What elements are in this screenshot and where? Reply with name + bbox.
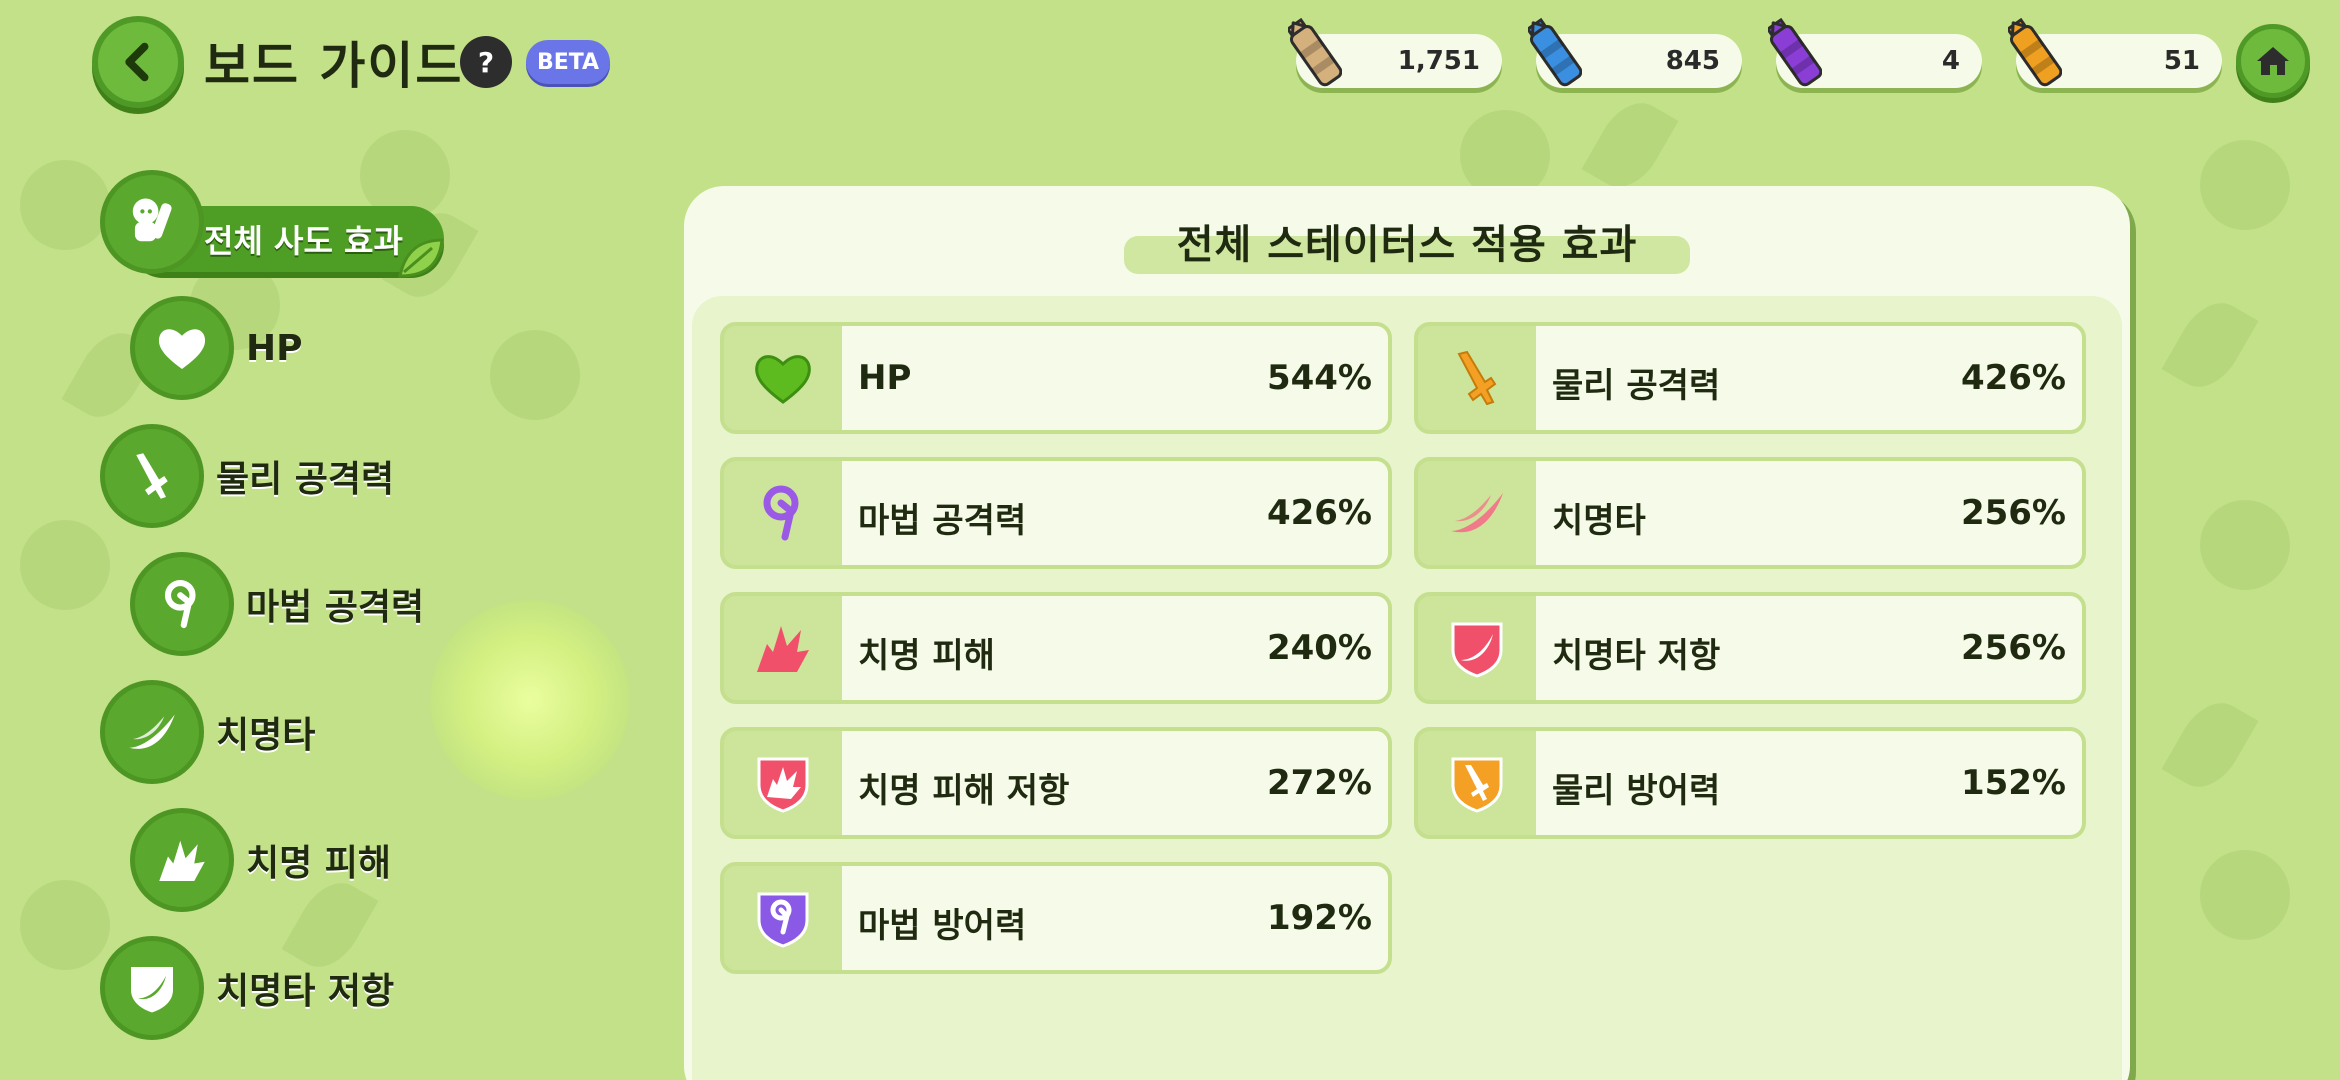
stat-card: 치명 피해 240% <box>720 592 1392 704</box>
sidebar-item-label: 물리 공격력 <box>216 459 395 500</box>
beige-crayon-icon <box>1285 14 1343 94</box>
sidebar-item[interactable]: 물리 공격력 <box>100 424 394 528</box>
stat-card: 치명타 256% <box>1414 457 2086 569</box>
stat-value: 256% <box>1960 493 2066 533</box>
stat-card-body: 물리 공격력 426% <box>1536 326 2082 430</box>
currency-amount: 51 <box>2163 46 2200 76</box>
currency-amount: 4 <box>1941 46 1960 76</box>
stat-card: 물리 공격력 426% <box>1414 322 2086 434</box>
slash-icon <box>1418 461 1536 565</box>
sidebar-item-label: 치명타 저항 <box>216 971 395 1012</box>
shield-slash-icon <box>1418 596 1536 700</box>
heart-icon <box>724 326 842 430</box>
shield-burst-icon <box>724 731 842 835</box>
beta-badge: BETA <box>526 40 610 84</box>
chevron-left-icon <box>125 42 149 82</box>
home-icon <box>2257 47 2289 75</box>
shield-slash-icon <box>100 936 204 1040</box>
glow-orb-effect <box>430 600 630 800</box>
stat-value: 152% <box>1960 763 2066 803</box>
stat-name: 마법 공격력 <box>858 501 1027 541</box>
panel-title: 전체 스테이터스 적용 효과 <box>1176 222 1638 268</box>
stat-value: 256% <box>1960 628 2066 668</box>
stat-card-body: 마법 방어력 192% <box>842 866 1388 970</box>
stat-card-body: 마법 공격력 426% <box>842 461 1388 565</box>
stat-card: 마법 공격력 426% <box>720 457 1392 569</box>
stat-card-body: HP 544% <box>842 326 1388 430</box>
stat-value: 426% <box>1266 493 1372 533</box>
sidebar-item[interactable]: 치명타 저항 <box>100 936 394 1040</box>
stat-name: 물리 공격력 <box>1552 366 1721 406</box>
sidebar-item-label: 치명 피해 <box>246 843 392 884</box>
help-icon[interactable]: ? <box>460 36 512 88</box>
sidebar-active-label: 전체 사도 효과 <box>204 222 403 260</box>
sidebar-item[interactable]: 마법 공격력 <box>130 552 424 656</box>
stat-card: 물리 방어력 152% <box>1414 727 2086 839</box>
burst-icon <box>724 596 842 700</box>
stat-name: HP <box>858 358 912 398</box>
blue-crayon-icon <box>1525 14 1583 94</box>
stat-name: 치명타 <box>1552 501 1646 541</box>
stat-name: 물리 방어력 <box>1552 771 1721 811</box>
character-icon <box>100 170 204 274</box>
stat-value: 544% <box>1266 358 1372 398</box>
stat-name: 치명 피해 저항 <box>858 771 1070 811</box>
purple-crayon-icon <box>1765 14 1823 94</box>
burst-icon <box>130 808 234 912</box>
stat-name: 치명 피해 <box>858 636 995 676</box>
stat-name: 치명타 저항 <box>1552 636 1721 676</box>
stat-value: 240% <box>1266 628 1372 668</box>
shield-sword-icon <box>1418 731 1536 835</box>
currency-counter[interactable]: 845 <box>1525 17 1742 88</box>
stat-name: 마법 방어력 <box>858 906 1027 946</box>
stat-card: 치명 피해 저항 272% <box>720 727 1392 839</box>
sidebar-item[interactable]: 치명 피해 <box>130 808 391 912</box>
page-title: 보드 가이드 <box>204 37 464 95</box>
stat-card-body: 치명 피해 240% <box>842 596 1388 700</box>
stat-card-body: 치명 피해 저항 272% <box>842 731 1388 835</box>
sword-icon <box>100 424 204 528</box>
currency-amount: 845 <box>1665 46 1720 76</box>
stat-card: HP 544% <box>720 322 1392 434</box>
sidebar-item-label: 마법 공격력 <box>246 587 425 628</box>
leaf-icon <box>398 238 444 278</box>
sidebar-item[interactable]: 치명타 <box>100 680 315 784</box>
sidebar-item[interactable]: HP <box>130 296 303 400</box>
sidebar-item-label: HP <box>246 327 303 369</box>
stat-card-body: 물리 방어력 152% <box>1536 731 2082 835</box>
stat-card-body: 치명타 저항 256% <box>1536 596 2082 700</box>
back-button[interactable] <box>92 16 184 108</box>
status-effects-panel: 전체 스테이터스 적용 효과 HP 544% 물리 공격력 426% 마법 공격력 426… <box>684 186 2130 1080</box>
currency-counter[interactable]: 1,751 <box>1285 17 1502 88</box>
stat-card-body: 치명타 256% <box>1536 461 2082 565</box>
stat-value: 426% <box>1960 358 2066 398</box>
stat-card: 마법 방어력 192% <box>720 862 1392 974</box>
slash-icon <box>100 680 204 784</box>
stat-value: 192% <box>1266 898 1372 938</box>
stat-card: 치명타 저항 256% <box>1414 592 2086 704</box>
currency-amount: 1,751 <box>1397 46 1480 76</box>
home-button[interactable] <box>2236 24 2310 98</box>
shield-wand-icon <box>724 866 842 970</box>
currency-counter[interactable]: 51 <box>2005 17 2222 88</box>
currency-counter[interactable]: 4 <box>1765 17 1982 88</box>
stat-value: 272% <box>1266 763 1372 803</box>
sword-icon <box>1418 326 1536 430</box>
sidebar-item-label: 치명타 <box>216 715 316 756</box>
wand-icon <box>130 552 234 656</box>
orange-crayon-icon <box>2005 14 2063 94</box>
wand-icon <box>724 461 842 565</box>
heart-icon <box>130 296 234 400</box>
sidebar-item-all-effects[interactable]: 전체 사도 효과 <box>100 170 446 278</box>
